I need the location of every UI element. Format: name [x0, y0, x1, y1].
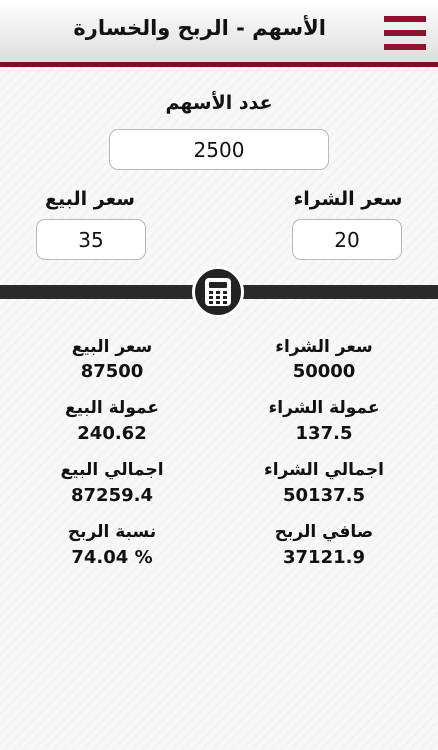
result-net-profit-value: 37121.9	[283, 547, 365, 568]
sell-price-label: سعر البيع	[45, 188, 135, 210]
result-profit-ratio-label: نسبة الربح	[67, 522, 157, 542]
result-buy-price-label: سعر الشراء	[275, 337, 373, 357]
result-total-buy-value: 50137.5	[283, 485, 365, 506]
result-profit-ratio-value: 74.04 %	[71, 547, 153, 568]
shares-input[interactable]	[109, 129, 329, 170]
result-buy-commission-value: 137.5	[295, 423, 353, 444]
menu-icon[interactable]	[384, 16, 426, 50]
result-sell-price-value: 87500	[80, 361, 144, 382]
result-total-sell-value: 87259.4	[71, 485, 153, 506]
header-accent-line	[0, 62, 438, 67]
result-buy-commission-label: عمولة الشراء	[268, 398, 380, 418]
sell-price-input[interactable]	[36, 219, 146, 260]
app-header: الأسهم - الربح والخسارة	[0, 0, 438, 62]
result-buy-price-value: 50000	[292, 361, 356, 382]
buy-price-input[interactable]	[292, 219, 402, 260]
calculate-button[interactable]	[192, 266, 244, 318]
result-sell-commission-value: 240.62	[77, 423, 147, 444]
result-sell-commission-label: عمولة البيع	[65, 398, 159, 418]
result-total-sell-label: اجمالي البيع	[60, 460, 164, 480]
shares-label: عدد الأسهم	[165, 92, 273, 114]
buy-price-label: سعر الشراء	[293, 188, 403, 210]
calculator-icon	[205, 278, 231, 306]
result-total-buy-label: اجمالي الشراء	[264, 460, 384, 480]
result-sell-price-label: سعر البيع	[71, 337, 153, 357]
result-net-profit-label: صافي الربح	[274, 522, 374, 542]
page-title: الأسهم - الربح والخسارة	[73, 16, 326, 40]
